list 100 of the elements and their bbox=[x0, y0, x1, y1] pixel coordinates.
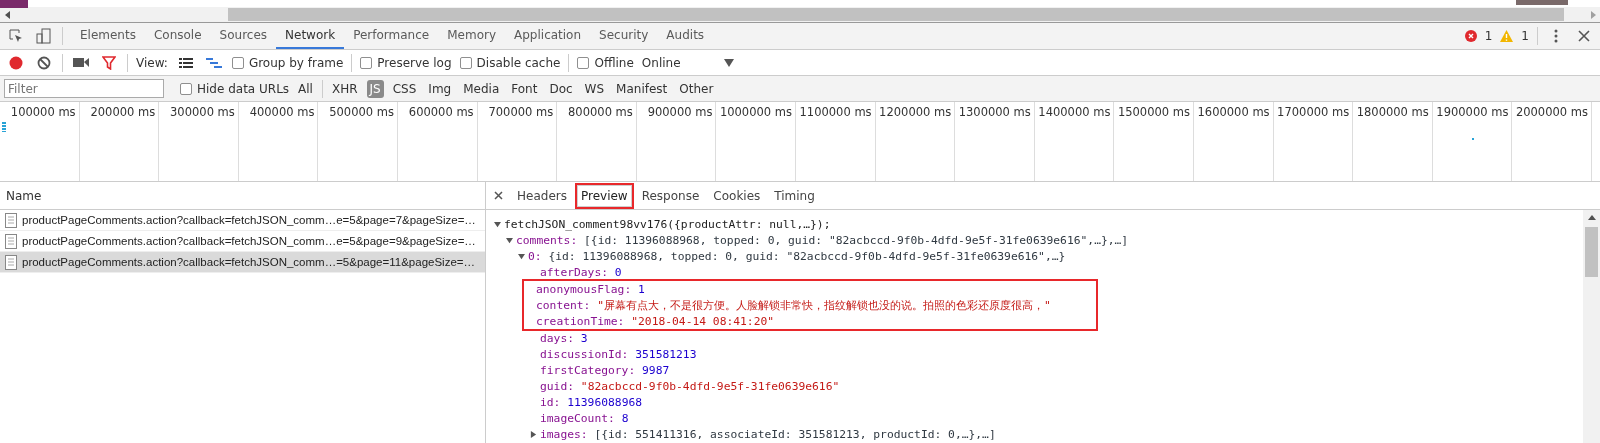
expanded-arrow-icon[interactable] bbox=[506, 236, 513, 244]
request-name: productPageComments.action?callback=fetchJSON_comm…e=5&page=9&pageSize=… bbox=[22, 235, 476, 247]
property-key: comments: bbox=[516, 233, 578, 247]
property-value: 1 bbox=[638, 282, 645, 296]
property-key: discussionId: bbox=[540, 347, 629, 361]
request-name: productPageComments.action?callback=fetchJSON_comm…=5&page=11&pageSize=… bbox=[22, 256, 475, 268]
panel-tab[interactable]: Sources bbox=[210, 23, 277, 49]
timeline-bar bbox=[2, 122, 6, 132]
collapsed-arrow-icon[interactable] bbox=[530, 430, 537, 438]
property-value: 0 bbox=[614, 265, 622, 279]
time-tick-label: 200000 ms bbox=[90, 105, 156, 120]
checkbox[interactable]: Offline bbox=[577, 55, 634, 70]
time-tick-label: 600000 ms bbox=[408, 105, 474, 120]
time-tick-label: 1400000 ms bbox=[1038, 105, 1111, 120]
horizontal-scrollbar[interactable] bbox=[0, 7, 1600, 22]
time-tick-label: 300000 ms bbox=[170, 105, 235, 120]
property-value: "82acbccd-9f0b-4dfd-9e5f-31fe0639e616" bbox=[580, 379, 840, 393]
type-filter-button[interactable]: Media bbox=[460, 79, 503, 98]
time-tick-label: 1700000 ms bbox=[1277, 105, 1350, 120]
detail-tab[interactable]: Headers bbox=[511, 182, 573, 209]
property-key: content: bbox=[536, 298, 591, 312]
photo-placeholder bbox=[0, 0, 28, 8]
time-tick-label: 900000 ms bbox=[647, 105, 713, 120]
panel-tab[interactable]: Console bbox=[144, 23, 211, 49]
time-tick-label: 1200000 ms bbox=[879, 105, 952, 120]
property-key: days: bbox=[540, 331, 574, 345]
vertical-scrollbar[interactable] bbox=[1583, 210, 1600, 443]
checkbox[interactable]: Group by frame bbox=[231, 55, 344, 70]
panel-tab[interactable]: Performance bbox=[344, 23, 439, 49]
timeline-bar bbox=[1472, 138, 1474, 140]
type-filter-button[interactable]: CSS bbox=[389, 79, 420, 98]
type-filter-button[interactable]: XHR bbox=[328, 79, 361, 98]
property-key: afterDays: bbox=[540, 265, 608, 279]
time-tick-label: 400000 ms bbox=[249, 105, 315, 120]
property-value: [{id: 11396088968, topped: 0, guid: "82acbccd-9f0b-4dfd-9e5f-31fe0639e616",…},…] bbox=[584, 233, 1129, 247]
type-filter-button[interactable]: Img bbox=[425, 79, 455, 98]
detail-tab[interactable]: Timing bbox=[768, 182, 821, 209]
detail-tab[interactable]: Preview bbox=[574, 182, 634, 209]
property-value: {id: 11396088968, topped: 0, guid: "82acbccd-9f0b-4dfd-9e5f-31fe0639e616",…} bbox=[548, 249, 1066, 263]
request-row[interactable]: productPageComments.action?callback=fetchJSON_comm…=5&page=11&pageSize=… bbox=[0, 252, 485, 273]
request-row[interactable]: productPageComments.action?callback=fetchJSON_comm…e=5&page=9&pageSize=… bbox=[0, 231, 485, 252]
column-header[interactable]: Name bbox=[6, 188, 42, 203]
property-value: [{id: 551411316, associateId: 351581213, productId: 0,…},…] bbox=[594, 427, 996, 441]
filter-field[interactable]: Filter bbox=[4, 79, 164, 98]
device-toolbar-icon[interactable] bbox=[34, 26, 54, 46]
panel-tab[interactable]: Application bbox=[505, 23, 591, 49]
property-key: 0: bbox=[528, 249, 542, 263]
property-value: "屏幕有点大，不是很方便。人脸解锁非常快，指纹解锁也没的说。拍照的色彩还原度很高，" bbox=[597, 297, 1051, 313]
panel-tab[interactable]: Memory bbox=[438, 23, 505, 49]
type-filter-button[interactable]: Doc bbox=[546, 79, 576, 98]
scrollbar-thumb[interactable] bbox=[1585, 227, 1598, 277]
scroll-left-icon[interactable] bbox=[4, 10, 10, 19]
type-filter-button[interactable]: WS bbox=[581, 79, 608, 98]
type-filter-button[interactable]: Font bbox=[508, 79, 541, 98]
document-icon bbox=[5, 212, 17, 228]
type-filter-button[interactable]: Other bbox=[676, 79, 717, 98]
time-tick-label: 100000 ms bbox=[10, 105, 76, 120]
time-tick-label: 1800000 ms bbox=[1356, 105, 1429, 120]
time-tick-label: 1900000 ms bbox=[1436, 105, 1509, 120]
tree-summary: fetchJSON_comment98vv176({productAttr: null,…}); bbox=[504, 217, 831, 231]
property-value: 11396088968 bbox=[567, 395, 643, 409]
checkbox[interactable]: Disable cache bbox=[459, 55, 561, 70]
scrollbar-thumb[interactable] bbox=[228, 8, 1564, 21]
checkbox[interactable]: Hide data URLs bbox=[180, 81, 290, 96]
document-icon bbox=[5, 254, 17, 270]
property-value: 9987 bbox=[642, 363, 670, 377]
photo-placeholder bbox=[1516, 0, 1568, 5]
property-value: 3 bbox=[580, 331, 588, 345]
scroll-up-icon[interactable] bbox=[1587, 215, 1596, 220]
time-tick-label: 500000 ms bbox=[329, 105, 394, 120]
property-value: 8 bbox=[621, 411, 629, 425]
request-row[interactable]: productPageComments.action?callback=fetchJSON_comm…e=5&page=7&pageSize=… bbox=[0, 210, 485, 231]
property-key: firstCategory: bbox=[540, 363, 636, 377]
property-value: "2018-04-14 08:41:20" bbox=[631, 314, 775, 328]
expanded-arrow-icon[interactable] bbox=[494, 220, 501, 228]
expanded-arrow-icon[interactable] bbox=[518, 252, 525, 260]
error-count: 1 bbox=[1484, 29, 1493, 43]
panel-tab[interactable]: Security bbox=[590, 23, 658, 49]
property-key: imageCount: bbox=[540, 411, 615, 425]
close-icon[interactable] bbox=[494, 191, 503, 200]
panel-tab[interactable]: Audits bbox=[657, 23, 714, 49]
property-key: anonymousFlag: bbox=[536, 282, 632, 296]
document-icon bbox=[5, 233, 17, 249]
time-tick-label: 1100000 ms bbox=[799, 105, 872, 120]
panel-tab[interactable]: Elements bbox=[71, 23, 145, 49]
checkbox[interactable]: Preserve log bbox=[360, 55, 452, 70]
time-tick-label: 1000000 ms bbox=[719, 105, 792, 120]
detail-tab[interactable]: Cookies bbox=[707, 182, 767, 209]
request-name: productPageComments.action?callback=fetchJSON_comm…e=5&page=7&pageSize=… bbox=[22, 214, 476, 226]
throttling-select[interactable]: Online bbox=[641, 55, 681, 70]
time-tick-label: 1300000 ms bbox=[958, 105, 1031, 120]
property-key: creationTime: bbox=[536, 314, 625, 328]
type-filter-button[interactable]: All bbox=[295, 79, 316, 98]
type-filter-button[interactable]: Manifest bbox=[613, 79, 671, 98]
time-tick-label: 1600000 ms bbox=[1197, 105, 1270, 120]
property-value: 351581213 bbox=[635, 347, 697, 361]
warning-count: 1 bbox=[1521, 29, 1529, 43]
time-tick-label: 800000 ms bbox=[568, 105, 633, 120]
time-tick-label: 700000 ms bbox=[488, 105, 554, 120]
detail-tab[interactable]: Response bbox=[635, 182, 706, 209]
